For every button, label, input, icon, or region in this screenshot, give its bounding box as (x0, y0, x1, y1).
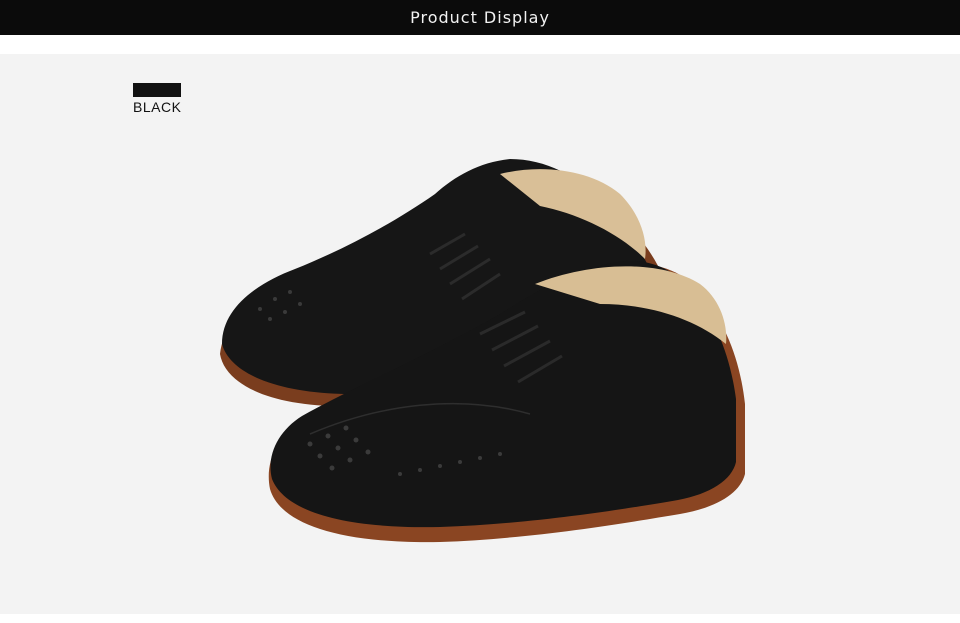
page-title: Product Display (410, 8, 550, 27)
color-swatch-label: BLACK (133, 99, 182, 115)
header-bar: Product Display (0, 0, 960, 35)
color-swatch[interactable] (133, 83, 181, 97)
product-stage: BLACK (0, 54, 960, 614)
shoe-product-image (220, 159, 745, 543)
